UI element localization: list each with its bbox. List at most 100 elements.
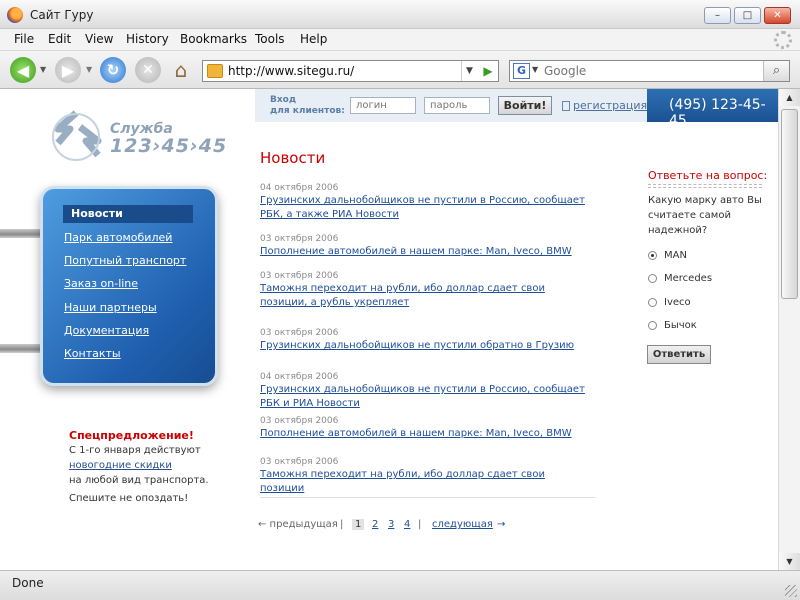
news-item: 03 октября 2006 Таможня переходит на руб… xyxy=(260,271,590,310)
sidebar-item-contacts[interactable]: Контакты xyxy=(64,347,121,360)
sidebar-item-rideshare[interactable]: Попутный транспорт xyxy=(64,254,186,267)
search-engine-dropdown-icon[interactable]: ▼ xyxy=(532,65,538,74)
status-bar: Done xyxy=(0,570,800,600)
pager-page-link[interactable]: 4 xyxy=(404,519,410,530)
poll-question: Какую марку авто Вы считаете самой надеж… xyxy=(648,195,762,236)
pager-separator: | xyxy=(418,519,422,530)
pager-next-link[interactable]: следующая xyxy=(432,519,493,530)
menu-bookmarks[interactable]: Bookmarks xyxy=(180,32,247,46)
sidebar-item-fleet[interactable]: Парк автомобилей xyxy=(64,231,172,244)
news-divider xyxy=(260,497,595,498)
search-icon[interactable]: ⌕ xyxy=(763,61,789,81)
news-heading: Новости xyxy=(260,149,326,167)
page-viewport: Вход для клиентов: Войти! регистрация (4… xyxy=(0,89,778,570)
navigation-toolbar: ◀ ▼ ▶ ▼ ↻ ✕ ⌂ ▼ ▶ G ▼ ⌕ xyxy=(0,51,800,89)
logo-arrows-icon[interactable] xyxy=(48,107,104,163)
pager-page-link[interactable]: 3 xyxy=(388,519,394,530)
url-history-dropdown-icon[interactable]: ▼ xyxy=(461,61,477,81)
special-offer-text-3: Спешите не опоздать! xyxy=(69,493,189,504)
news-link[interactable]: Пополнение автомобилей в нашем парке: Ma… xyxy=(260,245,590,259)
back-arrow-icon[interactable]: ◀ xyxy=(10,57,36,83)
reload-icon[interactable]: ↻ xyxy=(100,57,126,83)
maximize-button[interactable]: □ xyxy=(734,7,761,24)
poll-option-bychok[interactable]: Бычок xyxy=(648,320,697,331)
news-item: 03 октября 2006 Грузинских дальнобойщико… xyxy=(260,328,590,353)
news-date: 04 октября 2006 xyxy=(260,183,339,193)
scroll-up-arrow-icon[interactable]: ▲ xyxy=(779,89,800,106)
news-item: 04 октября 2006 Грузинских дальнобойщико… xyxy=(260,372,590,411)
address-bar: ▼ ▶ xyxy=(202,60,499,82)
stop-icon[interactable]: ✕ xyxy=(135,57,161,83)
menu-edit[interactable]: Edit xyxy=(48,32,71,46)
client-login-label: Вход для клиентов: xyxy=(270,95,345,116)
sidebar-item-online-order[interactable]: Заказ on-line xyxy=(64,277,138,290)
url-input[interactable] xyxy=(228,63,458,79)
news-link[interactable]: Грузинских дальнобойщиков не пустили в Р… xyxy=(260,194,590,222)
sidebar-item-partners[interactable]: Наши партнеры xyxy=(64,301,157,314)
window-titlebar: Сайт Гуру – □ ✕ xyxy=(0,0,800,29)
news-date: 03 октября 2006 xyxy=(260,234,339,244)
sidebar-item-documentation[interactable]: Документация xyxy=(64,324,149,337)
news-link[interactable]: Таможня переходит на рубли, ибо доллар с… xyxy=(260,468,590,496)
sidebar-item-news[interactable]: Новости xyxy=(63,205,193,223)
scroll-thumb[interactable] xyxy=(781,109,798,299)
login-submit-button[interactable]: Войти! xyxy=(498,96,552,115)
poll-divider xyxy=(648,184,762,188)
special-offer-link[interactable]: новогодние скидки xyxy=(69,460,172,471)
poll-option-label: Mercedes xyxy=(664,273,713,284)
menu-bar: File Edit View History Bookmarks Tools H… xyxy=(0,29,800,51)
special-offer-text: С 1-го января действуют xyxy=(69,445,201,456)
close-button[interactable]: ✕ xyxy=(764,7,791,24)
news-item: 04 октября 2006 Грузинских дальнобойщико… xyxy=(260,183,590,222)
news-date: 03 октября 2006 xyxy=(260,328,339,338)
menu-file[interactable]: File xyxy=(14,32,34,46)
radio-button[interactable] xyxy=(648,251,657,260)
radio-button[interactable] xyxy=(648,274,657,283)
scroll-down-arrow-icon[interactable]: ▼ xyxy=(779,553,800,570)
google-engine-icon[interactable]: G xyxy=(513,63,530,79)
radio-button[interactable] xyxy=(648,298,657,307)
window-title: Сайт Гуру xyxy=(30,8,94,22)
sidebar-navigation: Новости Парк автомобилей Попутный трансп… xyxy=(40,186,218,386)
search-bar: G ▼ ⌕ xyxy=(509,60,790,82)
poll-option-mercedes[interactable]: Mercedes xyxy=(648,273,712,284)
phone-block: (495) 123-45-45 xyxy=(647,89,778,129)
menu-tools[interactable]: Tools xyxy=(255,32,285,46)
poll-option-man[interactable]: MAN xyxy=(648,250,687,261)
status-text: Done xyxy=(12,576,44,590)
minimize-button[interactable]: – xyxy=(704,7,731,24)
next-arrow-icon: → xyxy=(497,519,506,530)
radio-button[interactable] xyxy=(648,321,657,330)
news-date: 03 октября 2006 xyxy=(260,457,339,467)
pager-page-link[interactable]: 2 xyxy=(372,519,378,530)
site-favicon-icon xyxy=(207,64,223,78)
special-offer-text-2: на любой вид транспорта. xyxy=(69,475,209,486)
poll-option-label: MAN xyxy=(664,250,687,261)
back-history-dropdown-icon[interactable]: ▼ xyxy=(40,65,46,74)
news-link[interactable]: Грузинских дальнобойщиков не пустили в Р… xyxy=(260,383,590,411)
home-icon[interactable]: ⌂ xyxy=(168,57,194,83)
news-link[interactable]: Грузинских дальнобойщиков не пустили обр… xyxy=(260,339,590,353)
news-item: 03 октября 2006 Пополнение автомобилей в… xyxy=(260,416,590,441)
menu-help[interactable]: Help xyxy=(300,32,327,46)
register-link[interactable]: регистрация xyxy=(573,99,647,112)
pager-separator: | xyxy=(340,519,344,530)
pager-prev: ← предыдущая xyxy=(258,519,338,530)
login-input[interactable] xyxy=(350,97,416,114)
password-input[interactable] xyxy=(424,97,490,114)
search-input[interactable] xyxy=(544,63,754,79)
poll-title: Ответьте на вопрос: xyxy=(648,169,768,182)
poll-option-iveco[interactable]: Iveco xyxy=(648,297,691,308)
vertical-scrollbar[interactable]: ▲ ▼ xyxy=(778,89,800,570)
forward-history-dropdown-icon[interactable]: ▼ xyxy=(86,65,92,74)
forward-arrow-icon[interactable]: ▶ xyxy=(55,57,81,83)
poll-submit-button[interactable]: Ответить xyxy=(647,345,711,364)
news-item: 03 октября 2006 Пополнение автомобилей в… xyxy=(260,234,590,259)
resize-grip-icon[interactable] xyxy=(785,585,797,597)
menu-history[interactable]: History xyxy=(126,32,169,46)
news-link[interactable]: Пополнение автомобилей в нашем парке: Ma… xyxy=(260,427,590,441)
menu-view[interactable]: View xyxy=(85,32,113,46)
news-item: 03 октября 2006 Таможня переходит на руб… xyxy=(260,457,590,496)
news-link[interactable]: Таможня переходит на рубли, ибо доллар с… xyxy=(260,282,590,310)
go-icon[interactable]: ▶ xyxy=(478,61,498,81)
